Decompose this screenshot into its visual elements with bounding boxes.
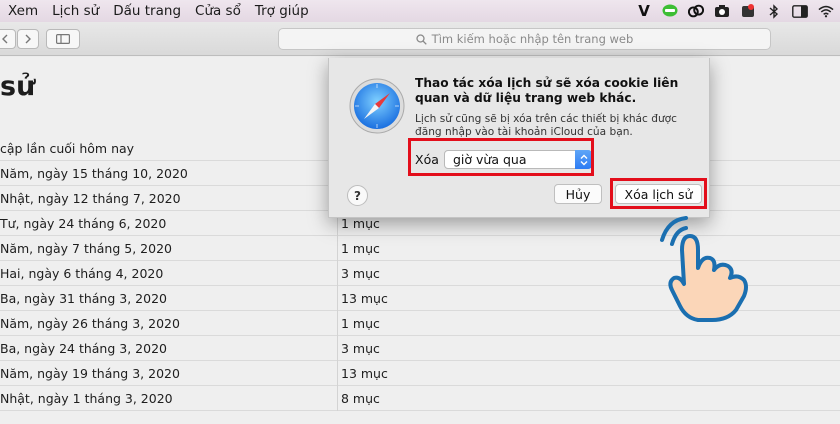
dialog-title: Thao tác xóa lịch sử sẽ xóa cookie liên …	[415, 76, 679, 105]
hand-icon[interactable]	[740, 3, 756, 19]
history-count: 8 mục	[341, 390, 380, 406]
status-icons: V	[636, 0, 834, 22]
history-count: 13 mục	[341, 365, 388, 381]
history-date: Nhật, ngày 12 tháng 7, 2020	[0, 190, 181, 206]
history-date: Ba, ngày 24 tháng 3, 2020	[0, 340, 167, 356]
safari-icon	[349, 78, 405, 134]
column-divider	[337, 236, 338, 261]
column-divider	[337, 261, 338, 286]
table-row[interactable]: Ba, ngày 24 tháng 3, 2020 3 mục	[0, 336, 840, 361]
camera-icon[interactable]	[714, 3, 730, 19]
column-divider	[337, 311, 338, 336]
history-date: Năm, ngày 7 tháng 5, 2020	[0, 240, 172, 256]
help-button[interactable]: ?	[347, 185, 368, 206]
history-date: Năm, ngày 26 tháng 3, 2020	[0, 315, 180, 331]
search-placeholder: Tìm kiếm hoặc nhập tên trang web	[431, 32, 634, 46]
history-count: 3 mục	[341, 265, 380, 281]
history-date: Tư, ngày 24 tháng 6, 2020	[0, 215, 167, 231]
column-divider	[337, 286, 338, 311]
menu-cua-so[interactable]: Cửa sổ	[188, 3, 248, 19]
column-divider	[337, 361, 338, 386]
wifi-icon[interactable]	[818, 3, 834, 19]
back-button[interactable]	[0, 29, 16, 49]
highlight-box-range	[408, 138, 594, 176]
dialog-message: Lịch sử cũng sẽ bị xóa trên các thiết bị…	[415, 113, 677, 138]
column-divider	[337, 386, 338, 411]
viber-icon[interactable]: V	[636, 2, 652, 20]
history-date: Năm, ngày 15 tháng 10, 2020	[0, 165, 188, 181]
history-count: 1 mục	[341, 315, 380, 331]
line-icon[interactable]	[662, 3, 678, 19]
clear-history-dialog: Thao tác xóa lịch sử sẽ xóa cookie liên …	[328, 58, 710, 218]
history-count: 3 mục	[341, 340, 380, 356]
menu-lich-su[interactable]: Lịch sử	[45, 3, 106, 19]
menu-tro-giup[interactable]: Trợ giúp	[248, 3, 316, 19]
last-update-text: cập lần cuối hôm nay	[0, 140, 135, 156]
highlight-box-confirm	[610, 178, 707, 209]
history-count: 13 mục	[341, 290, 388, 306]
bluetooth-icon[interactable]	[766, 3, 782, 19]
sidebar-icon	[56, 34, 70, 44]
menu-xem[interactable]: Xem	[0, 3, 45, 19]
forward-button[interactable]	[17, 29, 39, 49]
history-date: Nhật, ngày 1 tháng 3, 2020	[0, 390, 173, 406]
chevron-left-icon	[2, 34, 8, 44]
chevron-right-icon	[25, 34, 31, 44]
history-date: Năm, ngày 19 tháng 3, 2020	[0, 365, 180, 381]
search-input[interactable]: Tìm kiếm hoặc nhập tên trang web	[278, 28, 771, 50]
history-count: 1 mục	[341, 240, 380, 256]
history-date: Ba, ngày 31 tháng 3, 2020	[0, 290, 167, 306]
sidebar-icon[interactable]	[792, 3, 808, 19]
sidebar-toggle-button[interactable]	[46, 29, 80, 49]
creative-cloud-icon[interactable]	[688, 3, 704, 19]
hand-pointer-icon	[660, 216, 748, 322]
menu-bar: Xem Lịch sử Dấu trang Cửa sổ Trợ giúp V	[0, 0, 840, 22]
page-title: sử	[0, 71, 36, 102]
browser-toolbar: Tìm kiếm hoặc nhập tên trang web	[0, 22, 840, 56]
history-date: Hai, ngày 6 tháng 4, 2020	[0, 265, 164, 281]
cancel-button[interactable]: Hủy	[554, 184, 602, 204]
column-divider	[337, 336, 338, 361]
table-row[interactable]: Năm, ngày 19 tháng 3, 2020 13 mục	[0, 361, 840, 386]
table-row[interactable]: Nhật, ngày 1 tháng 3, 2020 8 mục	[0, 386, 840, 411]
search-icon	[416, 33, 427, 45]
menu-dau-trang[interactable]: Dấu trang	[106, 3, 188, 19]
